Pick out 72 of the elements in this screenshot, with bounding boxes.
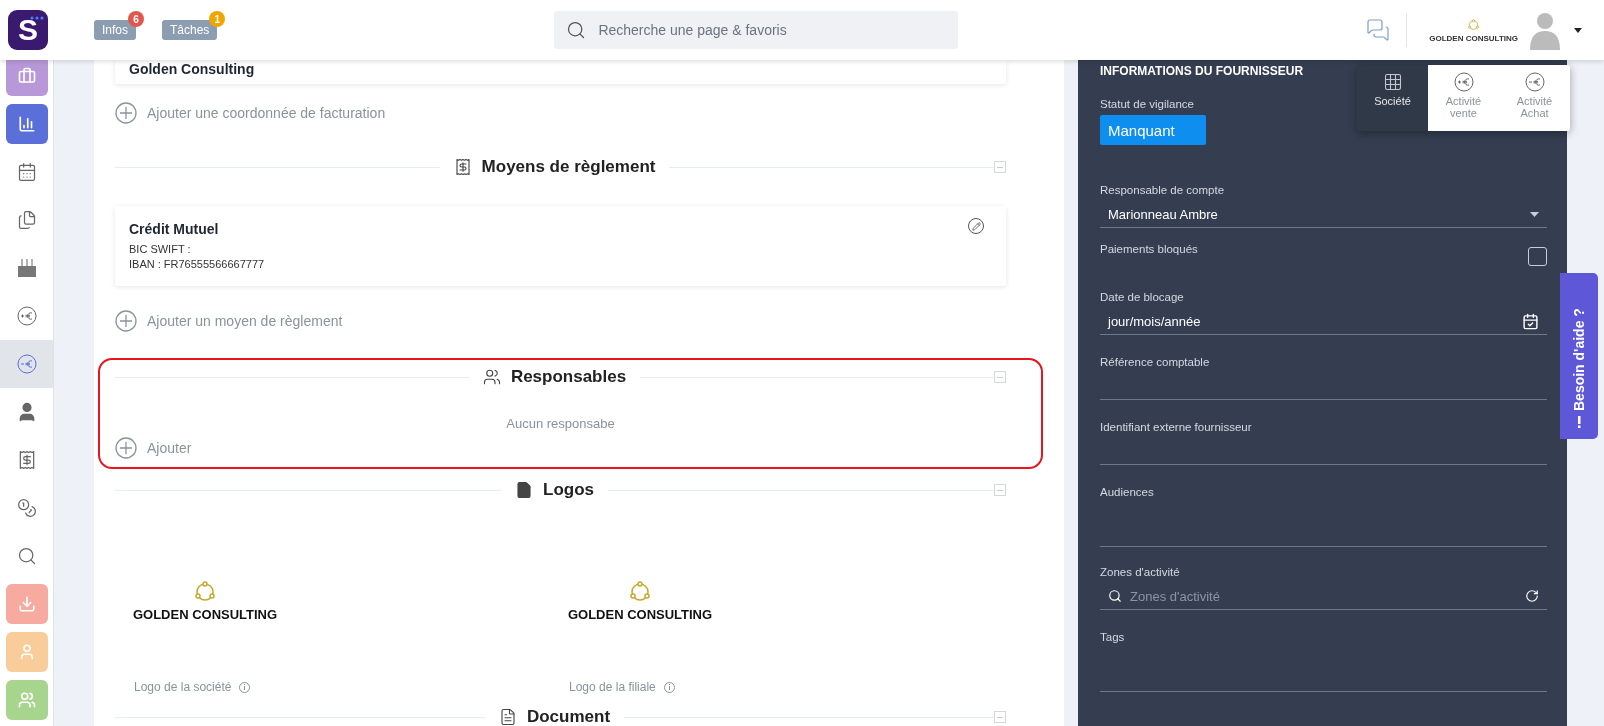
- search-icon: [1108, 589, 1122, 603]
- add-link[interactable]: Ajouter: [115, 437, 192, 459]
- bar-chart-icon: [17, 115, 36, 133]
- people-icon: [482, 368, 501, 386]
- file-icon: [515, 481, 533, 499]
- field-label: Statut de vigilance: [1100, 97, 1194, 112]
- bank-name: Crédit Mutuel: [129, 221, 219, 237]
- search-field[interactable]: Zones d'activité: [1100, 583, 1547, 610]
- count-badge: 1: [209, 11, 226, 27]
- checkbox[interactable]: [1528, 246, 1547, 266]
- field-label: Paiements bloqués: [1100, 242, 1198, 257]
- collapse-button[interactable]: [994, 711, 1006, 723]
- grid-icon: [1382, 72, 1403, 92]
- view-tab[interactable]: Activité vente: [1428, 65, 1499, 131]
- company-logo-icon: [628, 579, 652, 603]
- refresh-icon[interactable]: [1525, 589, 1539, 603]
- card-title: Golden Consulting: [129, 61, 255, 77]
- search-icon: [16, 546, 37, 566]
- section-title: Document: [498, 707, 611, 726]
- people-icon: [17, 691, 36, 709]
- receipt-icon: [453, 158, 472, 176]
- document-icon: [498, 708, 517, 726]
- field-label: Date de blocage: [1100, 290, 1184, 305]
- logo-caption: Logo de la société: [134, 680, 232, 694]
- coins-icon: [16, 498, 37, 518]
- field-label: Identifiant externe fournisseur: [1100, 420, 1252, 435]
- chat-icon[interactable]: [1366, 18, 1391, 42]
- caret-icon: [1530, 211, 1539, 217]
- field-label: Tags: [1100, 630, 1125, 645]
- field-label: Zones d'activité: [1100, 565, 1180, 580]
- section-title: Responsables: [482, 367, 627, 387]
- search-field[interactable]: Recherche une page & favoris: [554, 11, 959, 49]
- company-logo-icon: [1467, 17, 1481, 31]
- card-line: BIC SWIFT :: [129, 242, 192, 257]
- field-label: Responsable de compte: [1100, 183, 1225, 198]
- avatar[interactable]: [1530, 10, 1560, 50]
- empty-message: Aucun responsabe: [506, 416, 615, 431]
- app-logo[interactable]: S: [8, 10, 48, 50]
- company-name: GOLDEN CONSULTING: [1429, 33, 1518, 43]
- add-link[interactable]: Ajouter un moyen de règlement: [115, 310, 343, 332]
- briefcase-icon: [17, 67, 36, 85]
- add-link[interactable]: Ajouter une coordonnée de facturation: [115, 102, 386, 124]
- search-icon: [566, 20, 587, 40]
- company-logo-icon: [193, 579, 217, 603]
- add-icon: [115, 102, 137, 124]
- date-field[interactable]: jour/mois/année: [1100, 308, 1547, 335]
- calendar-icon: [16, 162, 37, 182]
- section-title: Logos: [515, 480, 594, 500]
- logo-name: GOLDEN CONSULTING: [132, 607, 278, 622]
- field-label: Audiences: [1100, 485, 1154, 500]
- section-title: Moyens de règlement: [453, 157, 656, 177]
- info-icon: [1576, 416, 1582, 428]
- collapse-button[interactable]: [994, 161, 1006, 173]
- add-icon: [115, 437, 137, 459]
- logo-name: GOLDEN CONSULTING: [567, 607, 713, 622]
- collapse-button[interactable]: [994, 484, 1006, 496]
- documents-icon: [16, 210, 37, 230]
- download-icon: [17, 595, 36, 613]
- caret-icon[interactable]: [1574, 27, 1582, 33]
- collapse-button[interactable]: [994, 371, 1006, 383]
- add-icon: [115, 310, 137, 332]
- view-tab[interactable]: Activité Achat: [1499, 65, 1570, 131]
- calendar-icon: [1522, 312, 1539, 330]
- count-badge: 6: [128, 11, 144, 27]
- status-button[interactable]: Manquant: [1100, 115, 1206, 145]
- logo-caption: Logo de la filiale: [569, 680, 656, 694]
- card-line: IBAN : FR76555566667777: [129, 257, 266, 272]
- help-tab[interactable]: Besoin d'aide ?: [1560, 273, 1598, 439]
- view-tab[interactable]: Société: [1357, 65, 1428, 131]
- field-label: Référence comptable: [1100, 355, 1210, 370]
- select-field[interactable]: Marionneau Ambre: [1100, 201, 1547, 228]
- panel-title: INFORMATIONS DU FOURNISSEUR: [1100, 63, 1305, 79]
